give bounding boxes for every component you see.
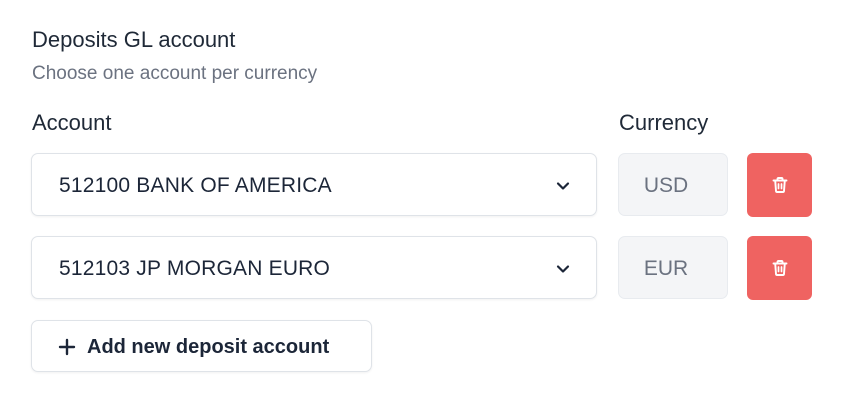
currency-field: EUR bbox=[618, 236, 728, 299]
currency-field: USD bbox=[618, 153, 728, 216]
add-deposit-account-button[interactable]: Add new deposit account bbox=[31, 320, 372, 372]
account-select-value: 512103 JP MORGAN EURO bbox=[59, 257, 331, 280]
trash-icon bbox=[772, 177, 788, 193]
account-select[interactable]: 512103 JP MORGAN EURO bbox=[31, 236, 597, 299]
account-select[interactable]: 512100 BANK OF AMERICA bbox=[31, 153, 597, 216]
column-header-currency: Currency bbox=[619, 110, 709, 135]
add-deposit-account-label: Add new deposit account bbox=[87, 336, 330, 358]
trash-icon bbox=[772, 260, 788, 276]
section-title: Deposits GL account bbox=[32, 27, 236, 52]
currency-value: EUR bbox=[643, 257, 689, 280]
section-subtitle: Choose one account per currency bbox=[32, 63, 318, 84]
currency-value: USD bbox=[643, 174, 689, 197]
delete-row-button[interactable] bbox=[747, 236, 812, 300]
column-header-account: Account bbox=[32, 110, 112, 135]
account-select-value: 512100 BANK OF AMERICA bbox=[59, 174, 332, 197]
deposit-account-row: 512100 BANK OF AMERICA USD bbox=[0, 153, 842, 217]
chevron-down-icon bbox=[556, 182, 570, 190]
deposit-account-row: 512103 JP MORGAN EURO EUR bbox=[0, 236, 842, 300]
chevron-down-icon bbox=[556, 265, 570, 273]
plus-icon bbox=[58, 338, 76, 356]
delete-row-button[interactable] bbox=[747, 153, 812, 217]
